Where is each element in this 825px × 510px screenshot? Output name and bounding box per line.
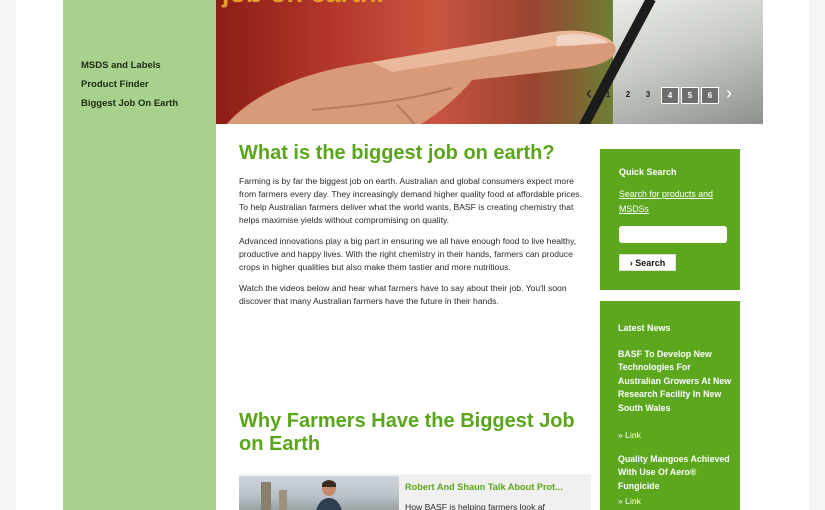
carousel-page-6[interactable]: 6 bbox=[701, 87, 719, 104]
carousel-controls: ‹ 1 2 3 4 5 6 › bbox=[586, 81, 748, 109]
quick-search-panel: Quick Search Search for products and MSD… bbox=[600, 149, 740, 290]
sidebar-item-biggest-job-on-earth[interactable]: Biggest Job On Earth bbox=[81, 94, 178, 113]
sidebar-item-msds-and-labels[interactable]: MSDS and Labels bbox=[81, 56, 178, 75]
hand-image bbox=[226, 30, 616, 124]
news-item-link[interactable]: » Link bbox=[618, 430, 641, 440]
news-item-headline[interactable]: Quality Mangoes Achieved With Use Of Aer… bbox=[618, 453, 734, 493]
left-sidebar: MSDS and Labels Product Finder Biggest J… bbox=[63, 0, 216, 510]
fence-post-graphic bbox=[261, 482, 271, 510]
hero-banner: job on earth. ‹ 1 2 3 4 5 6 › bbox=[216, 0, 763, 124]
section-title: Why Farmers Have the Biggest Job on Eart… bbox=[239, 410, 575, 455]
news-item-headline[interactable]: BASF To Develop New Technologies For Aus… bbox=[618, 348, 734, 415]
news-item-link[interactable]: » Link bbox=[618, 496, 641, 506]
carousel-page-2[interactable]: 2 bbox=[620, 87, 636, 102]
device-frame-right bbox=[808, 0, 825, 510]
main-content: What is the biggest job on earth? Farmin… bbox=[239, 142, 591, 316]
web-page: MSDS and Labels Product Finder Biggest J… bbox=[63, 0, 763, 510]
video-title-link[interactable]: Robert And Shaun Talk About Prot... bbox=[405, 482, 563, 492]
carousel-page-4[interactable]: 4 bbox=[661, 87, 679, 104]
carousel-page-5[interactable]: 5 bbox=[681, 87, 699, 104]
quick-search-input[interactable] bbox=[619, 226, 727, 243]
sidebar-nav: MSDS and Labels Product Finder Biggest J… bbox=[81, 56, 178, 113]
search-button[interactable]: › Search bbox=[619, 254, 676, 271]
carousel-page-3[interactable]: 3 bbox=[640, 87, 656, 102]
farmer-image bbox=[316, 480, 342, 510]
video-description: How BASF is helping farmers look af bbox=[405, 502, 545, 510]
intro-paragraph-1: Farming is by far the biggest job on ear… bbox=[239, 176, 582, 225]
search-products-msds-link[interactable]: Search for products and MSDSs bbox=[619, 187, 729, 217]
carousel-page-1[interactable]: 1 bbox=[600, 87, 616, 102]
intro-paragraph-2: Advanced innovations play a big part in … bbox=[239, 236, 577, 272]
carousel-prev-icon[interactable]: ‹ bbox=[586, 84, 598, 102]
intro-paragraph-3: Watch the videos below and hear what far… bbox=[239, 283, 567, 306]
device-frame-left bbox=[0, 0, 17, 510]
fence-post-graphic bbox=[279, 490, 287, 510]
latest-news-panel: Latest News BASF To Develop New Technolo… bbox=[600, 301, 740, 510]
video-card[interactable]: Robert And Shaun Talk About Prot... How … bbox=[239, 474, 591, 510]
latest-news-title: Latest News bbox=[618, 323, 671, 333]
hero-headline: job on earth. bbox=[222, 0, 384, 9]
page-title: What is the biggest job on earth? bbox=[239, 142, 555, 164]
video-thumbnail[interactable] bbox=[239, 476, 399, 510]
carousel-next-icon[interactable]: › bbox=[726, 84, 738, 102]
quick-search-title: Quick Search bbox=[619, 167, 677, 177]
sidebar-item-product-finder[interactable]: Product Finder bbox=[81, 75, 178, 94]
